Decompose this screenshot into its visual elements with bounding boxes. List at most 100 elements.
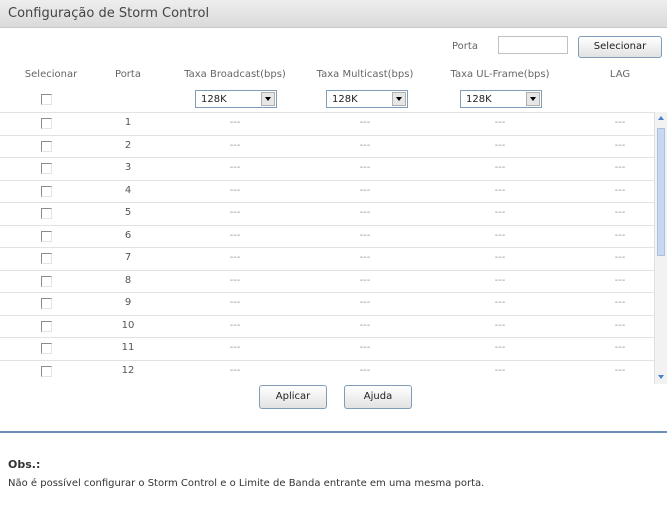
row-checkbox[interactable] <box>41 230 52 242</box>
lag-cell: --- <box>614 207 626 218</box>
lag-cell: --- <box>614 229 626 241</box>
select-all-checkbox[interactable] <box>41 94 52 105</box>
ul-frame-rate-select[interactable]: 128K <box>460 90 542 108</box>
multicast-cell: --- <box>359 319 371 331</box>
lag-cell: --- <box>614 162 626 173</box>
lag-cell: --- <box>614 297 626 308</box>
select-button[interactable]: Selecionar <box>578 36 662 58</box>
ul-frame-cell: --- <box>494 184 506 196</box>
multicast-cell: --- <box>359 162 371 173</box>
ul-frame-cell: --- <box>494 252 506 263</box>
row-checkbox[interactable] <box>41 118 52 129</box>
porta-label: Porta <box>452 41 478 52</box>
broadcast-cell: --- <box>229 184 241 196</box>
table-row: 10 --- --- --- --- <box>0 314 654 338</box>
row-checkbox[interactable] <box>41 320 52 332</box>
help-button[interactable]: Ajuda <box>344 385 412 409</box>
ul-frame-cell: --- <box>494 364 506 376</box>
ul-frame-cell: --- <box>494 139 506 151</box>
page-title: Configuração de Storm Control <box>8 6 210 21</box>
broadcast-cell: --- <box>229 207 241 218</box>
broadcast-cell: --- <box>229 274 241 286</box>
header-ul-frame: Taxa UL-Frame(bps) <box>450 69 550 80</box>
broadcast-cell: --- <box>229 139 241 151</box>
broadcast-cell: --- <box>229 117 241 128</box>
ul-frame-cell: --- <box>494 297 506 308</box>
port-cell: 5 <box>124 207 132 218</box>
port-cell: 8 <box>124 274 132 286</box>
ul-frame-rate-value: 128K <box>466 94 492 105</box>
table-row: 7 --- --- --- --- <box>0 247 654 270</box>
note-title: Obs.: <box>8 458 41 471</box>
broadcast-rate-select[interactable]: 128K <box>195 90 277 108</box>
multicast-rate-value: 128K <box>332 94 358 105</box>
ul-frame-cell: --- <box>494 274 506 286</box>
lag-cell: --- <box>614 117 626 128</box>
row-checkbox[interactable] <box>41 140 52 152</box>
multicast-rate-select[interactable]: 128K <box>326 90 408 108</box>
table-row: 8 --- --- --- --- <box>0 269 654 293</box>
multicast-cell: --- <box>359 207 371 218</box>
table-row: 5 --- --- --- --- <box>0 202 654 225</box>
divider <box>0 431 667 433</box>
table-row: 2 --- --- --- --- <box>0 134 654 158</box>
row-checkbox[interactable] <box>41 185 52 197</box>
table-row: 1 --- --- --- --- <box>0 112 654 135</box>
row-checkbox[interactable] <box>41 275 52 287</box>
broadcast-cell: --- <box>229 297 241 308</box>
title-bar: Configuração de Storm Control <box>0 0 667 28</box>
multicast-cell: --- <box>359 184 371 196</box>
port-table: 1 --- --- --- --- 2 --- --- --- --- 3 --- --- --- --- 4… <box>0 112 654 384</box>
ul-frame-cell: --- <box>494 229 506 241</box>
broadcast-rate-value: 128K <box>201 94 227 105</box>
lag-cell: --- <box>614 274 626 286</box>
chevron-down-icon <box>526 92 540 106</box>
port-cell: 7 <box>124 252 132 263</box>
chevron-down-icon <box>261 92 275 106</box>
note-text: Não é possível configurar o Storm Contro… <box>8 478 485 489</box>
ul-frame-cell: --- <box>494 319 506 331</box>
port-cell: 10 <box>121 319 135 331</box>
row-checkbox[interactable] <box>41 253 52 264</box>
table-scrollbar[interactable] <box>654 112 667 384</box>
ul-frame-cell: --- <box>494 207 506 218</box>
table-row: 12 --- --- --- --- <box>0 359 654 383</box>
row-checkbox[interactable] <box>41 365 52 377</box>
broadcast-cell: --- <box>229 252 241 263</box>
multicast-cell: --- <box>359 229 371 241</box>
port-cell: 9 <box>124 297 132 308</box>
lag-cell: --- <box>614 184 626 196</box>
header-multicast: Taxa Multicast(bps) <box>316 69 414 80</box>
multicast-cell: --- <box>359 274 371 286</box>
ul-frame-cell: --- <box>494 117 506 128</box>
port-cell: 1 <box>124 117 132 128</box>
scroll-up-icon[interactable] <box>655 112 667 126</box>
scroll-down-icon[interactable] <box>655 370 667 384</box>
multicast-cell: --- <box>359 342 371 353</box>
row-checkbox[interactable] <box>41 163 52 174</box>
lag-cell: --- <box>614 252 626 263</box>
multicast-cell: --- <box>359 252 371 263</box>
row-checkbox[interactable] <box>41 343 52 354</box>
header-lag: LAG <box>609 69 631 80</box>
header-broadcast: Taxa Broadcast(bps) <box>184 69 286 80</box>
multicast-cell: --- <box>359 297 371 308</box>
multicast-cell: --- <box>359 139 371 151</box>
ul-frame-cell: --- <box>494 162 506 173</box>
port-cell: 2 <box>124 139 132 151</box>
multicast-cell: --- <box>359 117 371 128</box>
apply-button[interactable]: Aplicar <box>259 385 327 409</box>
row-checkbox[interactable] <box>41 298 52 309</box>
broadcast-cell: --- <box>229 342 241 353</box>
row-checkbox[interactable] <box>41 208 52 219</box>
lag-cell: --- <box>614 364 626 376</box>
porta-input[interactable] <box>498 36 568 54</box>
header-port: Porta <box>115 69 141 80</box>
port-cell: 3 <box>124 162 132 173</box>
port-cell: 11 <box>121 342 135 353</box>
port-cell: 6 <box>124 229 132 241</box>
lag-cell: --- <box>614 342 626 353</box>
table-row: 4 --- --- --- --- <box>0 179 654 203</box>
lag-cell: --- <box>614 139 626 151</box>
scroll-thumb[interactable] <box>657 128 665 256</box>
